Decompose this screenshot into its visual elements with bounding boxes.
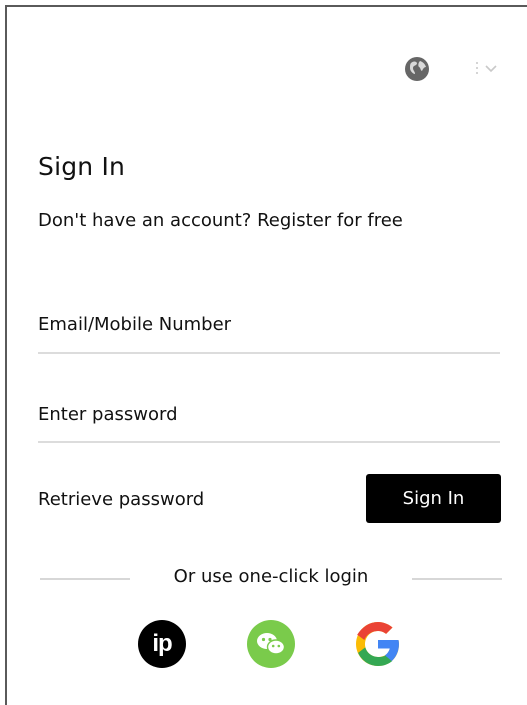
sign-in-panel	[5, 5, 527, 705]
page-title: Sign In	[38, 152, 126, 181]
language-dropdown[interactable]	[474, 58, 504, 80]
google-login-button[interactable]	[354, 620, 402, 668]
retrieve-password-link[interactable]: Retrieve password	[38, 489, 204, 510]
ip-icon-label: ip	[152, 630, 172, 657]
register-link[interactable]: Register for free	[257, 210, 403, 231]
register-prompt: Don't have an account? Register for free	[38, 210, 403, 231]
chevron-down-icon	[476, 62, 497, 75]
sign-in-button[interactable]: Sign In	[366, 474, 501, 523]
password-field[interactable]	[38, 397, 500, 443]
ip-login-button[interactable]: ip	[138, 620, 186, 668]
wechat-login-button[interactable]	[247, 620, 295, 668]
register-prompt-text: Don't have an account?	[38, 210, 252, 231]
globe-icon[interactable]	[404, 56, 430, 82]
one-click-login-label: Or use one-click login	[130, 566, 412, 587]
email-field[interactable]	[38, 306, 500, 354]
google-icon	[356, 622, 399, 666]
ip-icon: ip	[138, 620, 186, 668]
wechat-icon	[247, 620, 295, 668]
